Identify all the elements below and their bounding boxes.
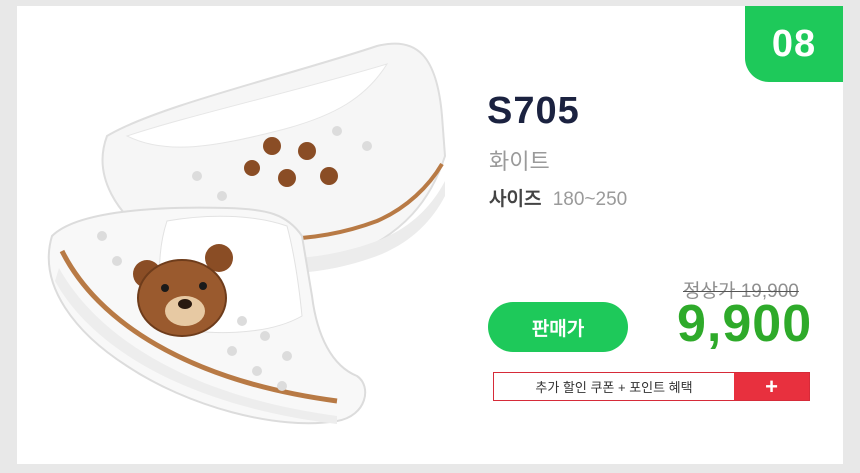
size-label: 사이즈 bbox=[489, 189, 542, 210]
plus-icon[interactable]: + bbox=[734, 373, 809, 400]
bear-slip-on-shoes-image bbox=[47, 42, 447, 425]
product-model-title: S705 bbox=[487, 90, 580, 132]
item-number-badge: 08 bbox=[745, 6, 843, 82]
sale-price-button[interactable]: 판매가 bbox=[488, 302, 628, 352]
size-range: 180~250 bbox=[552, 189, 628, 210]
coupon-benefit-bar[interactable]: 추가 할인 쿠폰 + 포인트 혜택 + bbox=[493, 372, 810, 401]
product-size-info: 사이즈 180~250 bbox=[489, 184, 627, 211]
product-card: 08 S705 화이트 사이즈 180~250 정상가 19,900 판매가 9… bbox=[17, 6, 843, 464]
product-color: 화이트 bbox=[489, 149, 550, 174]
coupon-text: 추가 할인 쿠폰 + 포인트 혜택 bbox=[535, 380, 693, 395]
sale-price: 9,900 bbox=[677, 295, 813, 353]
